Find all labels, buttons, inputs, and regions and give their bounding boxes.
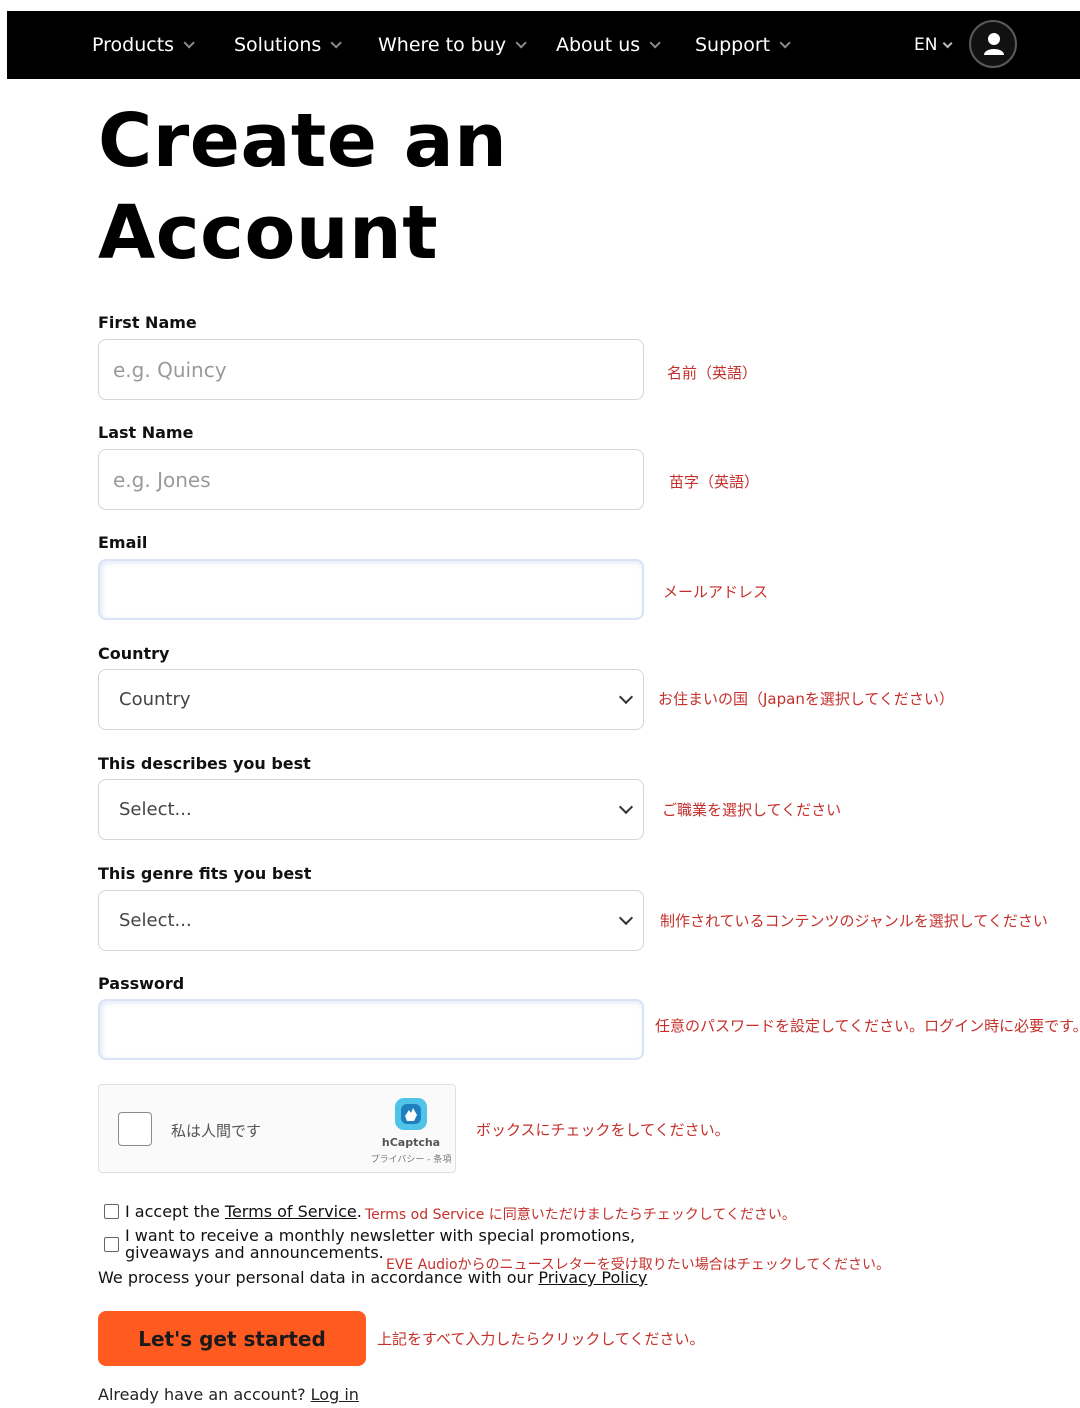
genre-label: This genre fits you best	[98, 864, 312, 883]
nav-about-us[interactable]: About us	[556, 11, 661, 79]
newsletter-line1: I want to receive a monthly newsletter w…	[125, 1226, 636, 1245]
hcaptcha-widget: 私は人間です hCaptcha プライバシー - 条項	[98, 1084, 456, 1173]
first-name-note: 名前（英語）	[667, 364, 758, 382]
get-started-label: Let's get started	[138, 1326, 326, 1351]
country-select-value: Country	[119, 689, 191, 710]
get-started-button[interactable]: Let's get started	[98, 1311, 366, 1366]
nav-support-label: Support	[695, 34, 771, 56]
page-title: Create an Account	[98, 95, 698, 279]
terms-note: Terms od Service に同意いただけましたらチェックしてください。	[365, 1207, 796, 1223]
privacy-policy-link[interactable]: Privacy Policy	[538, 1268, 647, 1287]
captcha-links[interactable]: プライバシー - 条項	[369, 1152, 453, 1165]
chevron-down-icon	[943, 37, 954, 48]
terms-prefix: I accept the	[125, 1202, 225, 1221]
captcha-brand: hCaptcha	[381, 1136, 441, 1149]
nav-about-us-label: About us	[556, 34, 641, 56]
login-link[interactable]: Log in	[311, 1385, 359, 1404]
genre-note: 制作されているコンテンツのジャンルを選択してください	[660, 912, 1048, 930]
genre-select-value: Select...	[119, 910, 192, 931]
describes-label: This describes you best	[98, 754, 311, 773]
captcha-note: ボックスにチェックをしてください。	[476, 1121, 730, 1139]
genre-select[interactable]: Select...	[98, 890, 644, 951]
email-input[interactable]	[98, 559, 644, 620]
email-label: Email	[98, 533, 148, 552]
email-note: メールアドレス	[663, 583, 769, 601]
chevron-down-icon	[618, 689, 634, 705]
page-title-line1: Create an	[98, 98, 508, 184]
nav-support[interactable]: Support	[695, 11, 791, 79]
describes-select[interactable]: Select...	[98, 779, 644, 840]
terms-text: I accept the Terms of Service.	[125, 1202, 362, 1221]
cta-note: 上記をすべて入力したらクリックしてください。	[377, 1330, 705, 1348]
chevron-down-icon	[618, 799, 634, 815]
nav-products-label: Products	[92, 34, 175, 56]
terms-suffix: .	[356, 1202, 362, 1221]
nav-where-to-buy[interactable]: Where to buy	[378, 11, 527, 79]
nav-products[interactable]: Products	[92, 11, 195, 79]
nav-solutions-label: Solutions	[234, 34, 322, 56]
nav-where-to-buy-label: Where to buy	[378, 34, 507, 56]
chevron-down-icon	[330, 37, 343, 49]
page-title-line2: Account	[98, 190, 439, 276]
chevron-down-icon	[183, 37, 195, 49]
user-icon	[984, 33, 1004, 55]
country-select[interactable]: Country	[98, 669, 644, 730]
describes-note: ご職業を選択してください	[662, 801, 842, 819]
country-note: お住まいの国（Japanを選択してください）	[658, 690, 954, 708]
last-name-input[interactable]	[98, 449, 644, 510]
top-nav: Products Solutions Where to buy About us…	[7, 11, 1080, 79]
country-label: Country	[98, 644, 170, 663]
login-prefix: Already have an account?	[98, 1385, 311, 1404]
describes-select-value: Select...	[119, 799, 192, 820]
first-name-input[interactable]	[98, 339, 644, 400]
first-name-label: First Name	[98, 313, 197, 332]
password-note: 任意のパスワードを設定してください。ログイン時に必要です。	[655, 1017, 1080, 1035]
chevron-down-icon	[618, 910, 634, 926]
account-button[interactable]	[969, 20, 1017, 68]
nav-solutions[interactable]: Solutions	[234, 11, 343, 79]
chevron-down-icon	[779, 37, 791, 49]
login-prompt: Already have an account? Log in	[98, 1385, 359, 1404]
captcha-checkbox[interactable]	[118, 1112, 152, 1146]
terms-of-service-link[interactable]: Terms of Service	[225, 1202, 357, 1221]
language-selector[interactable]: EN	[914, 11, 954, 79]
privacy-text: We process your personal data in accorda…	[98, 1268, 647, 1287]
newsletter-checkbox[interactable]	[104, 1237, 119, 1252]
terms-checkbox[interactable]	[104, 1204, 119, 1219]
language-label: EN	[914, 35, 938, 55]
privacy-prefix: We process your personal data in accorda…	[98, 1268, 539, 1287]
last-name-note: 苗字（英語）	[669, 473, 760, 491]
last-name-label: Last Name	[98, 423, 194, 442]
password-input[interactable]	[98, 999, 644, 1060]
captcha-text: 私は人間です	[171, 1122, 262, 1140]
password-label: Password	[98, 974, 185, 993]
chevron-down-icon	[649, 37, 661, 49]
hcaptcha-logo-icon	[395, 1098, 427, 1130]
chevron-down-icon	[515, 37, 527, 49]
